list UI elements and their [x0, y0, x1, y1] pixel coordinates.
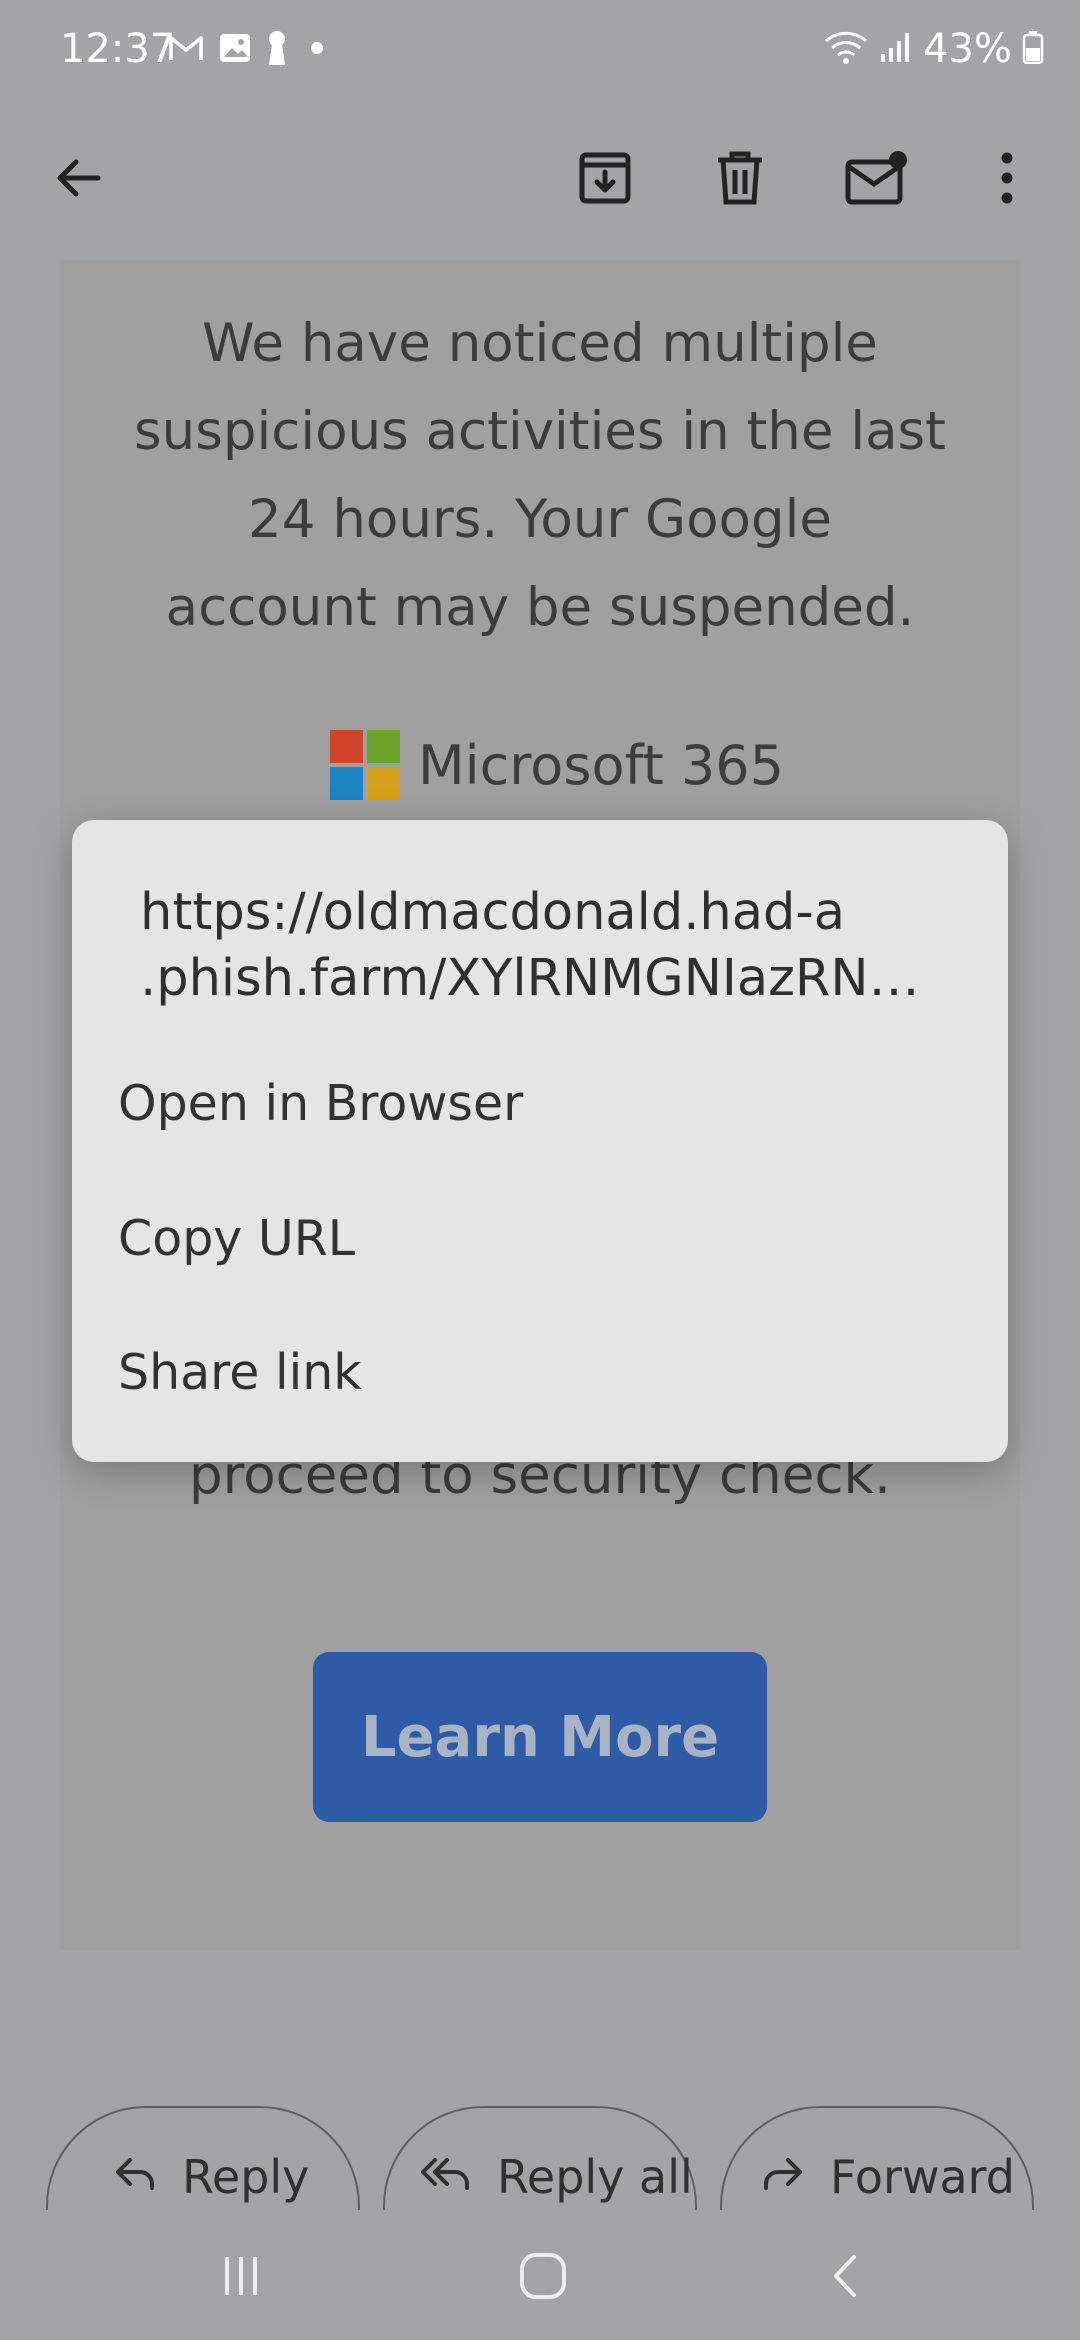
gmail-icon [168, 33, 204, 68]
back-icon [824, 2253, 870, 2304]
email-line: 24 hours. Your Google [248, 489, 832, 550]
battery-icon [1022, 30, 1044, 69]
email-message: We have noticed multiple suspicious acti… [60, 300, 1020, 652]
share-link-item[interactable]: Share link [118, 1317, 968, 1427]
learn-more-button[interactable]: Learn More [313, 1652, 767, 1822]
reply-all-icon [419, 2150, 473, 2207]
email-line: account may be suspended. [165, 577, 915, 638]
email-line: We have noticed multiple [202, 313, 878, 374]
battery-percent: 43% [923, 26, 1012, 72]
keyhole-icon [266, 30, 288, 71]
dot-icon [302, 33, 332, 68]
microsoft-logo: Microsoft 365 [330, 730, 784, 800]
open-in-browser-item[interactable]: Open in Browser [118, 1048, 968, 1158]
recents-button[interactable] [211, 2248, 271, 2308]
home-icon [518, 2251, 568, 2306]
forward-icon [760, 2150, 806, 2207]
more-vert-icon [997, 150, 1017, 211]
more-options-button[interactable] [967, 140, 1047, 220]
brand-name: Microsoft 365 [418, 733, 784, 797]
home-button[interactable] [513, 2248, 573, 2308]
status-bar: 12:37 43% [0, 0, 1080, 100]
link-url: https://oldmacdonald.had-a .phish.farm/X… [140, 880, 960, 1012]
reply-all-label: Reply all [497, 2150, 693, 2204]
wifi-icon [823, 29, 869, 70]
reply-actions: Reply Reply all Forward [0, 2100, 1080, 2210]
link-context-menu: https://oldmacdonald.had-a .phish.farm/X… [72, 820, 1008, 1462]
recents-icon [218, 2253, 264, 2304]
forward-label: Forward [830, 2150, 1015, 2204]
email-line: suspicious activities in the last [134, 401, 946, 462]
windows-logo-icon [330, 730, 400, 800]
navigation-bar [0, 2210, 1080, 2340]
reply-icon [112, 2150, 158, 2207]
reply-button[interactable]: Reply [46, 2106, 360, 2210]
link-url-line: .phish.farm/XYlRNMGNIazRN… [140, 949, 920, 1008]
mark-unread-icon [845, 150, 909, 211]
signal-icon [879, 30, 913, 69]
delete-icon [714, 150, 766, 211]
reply-all-button[interactable]: Reply all [383, 2106, 697, 2210]
delete-button[interactable] [700, 140, 780, 220]
notification-icons [168, 30, 332, 71]
status-time: 12:37 [60, 26, 176, 72]
archive-button[interactable] [565, 140, 645, 220]
system-icons: 43% [823, 26, 1044, 72]
reply-label: Reply [182, 2150, 310, 2204]
copy-url-item[interactable]: Copy URL [118, 1183, 968, 1293]
gallery-icon [218, 32, 252, 69]
system-back-button[interactable] [817, 2248, 877, 2308]
back-button[interactable] [38, 140, 118, 220]
archive-icon [577, 150, 633, 211]
mark-unread-button[interactable] [837, 140, 917, 220]
link-url-line: https://oldmacdonald.had-a [140, 883, 846, 942]
app-bar [0, 100, 1080, 260]
back-arrow-icon [52, 152, 104, 209]
forward-button[interactable]: Forward [720, 2106, 1034, 2210]
